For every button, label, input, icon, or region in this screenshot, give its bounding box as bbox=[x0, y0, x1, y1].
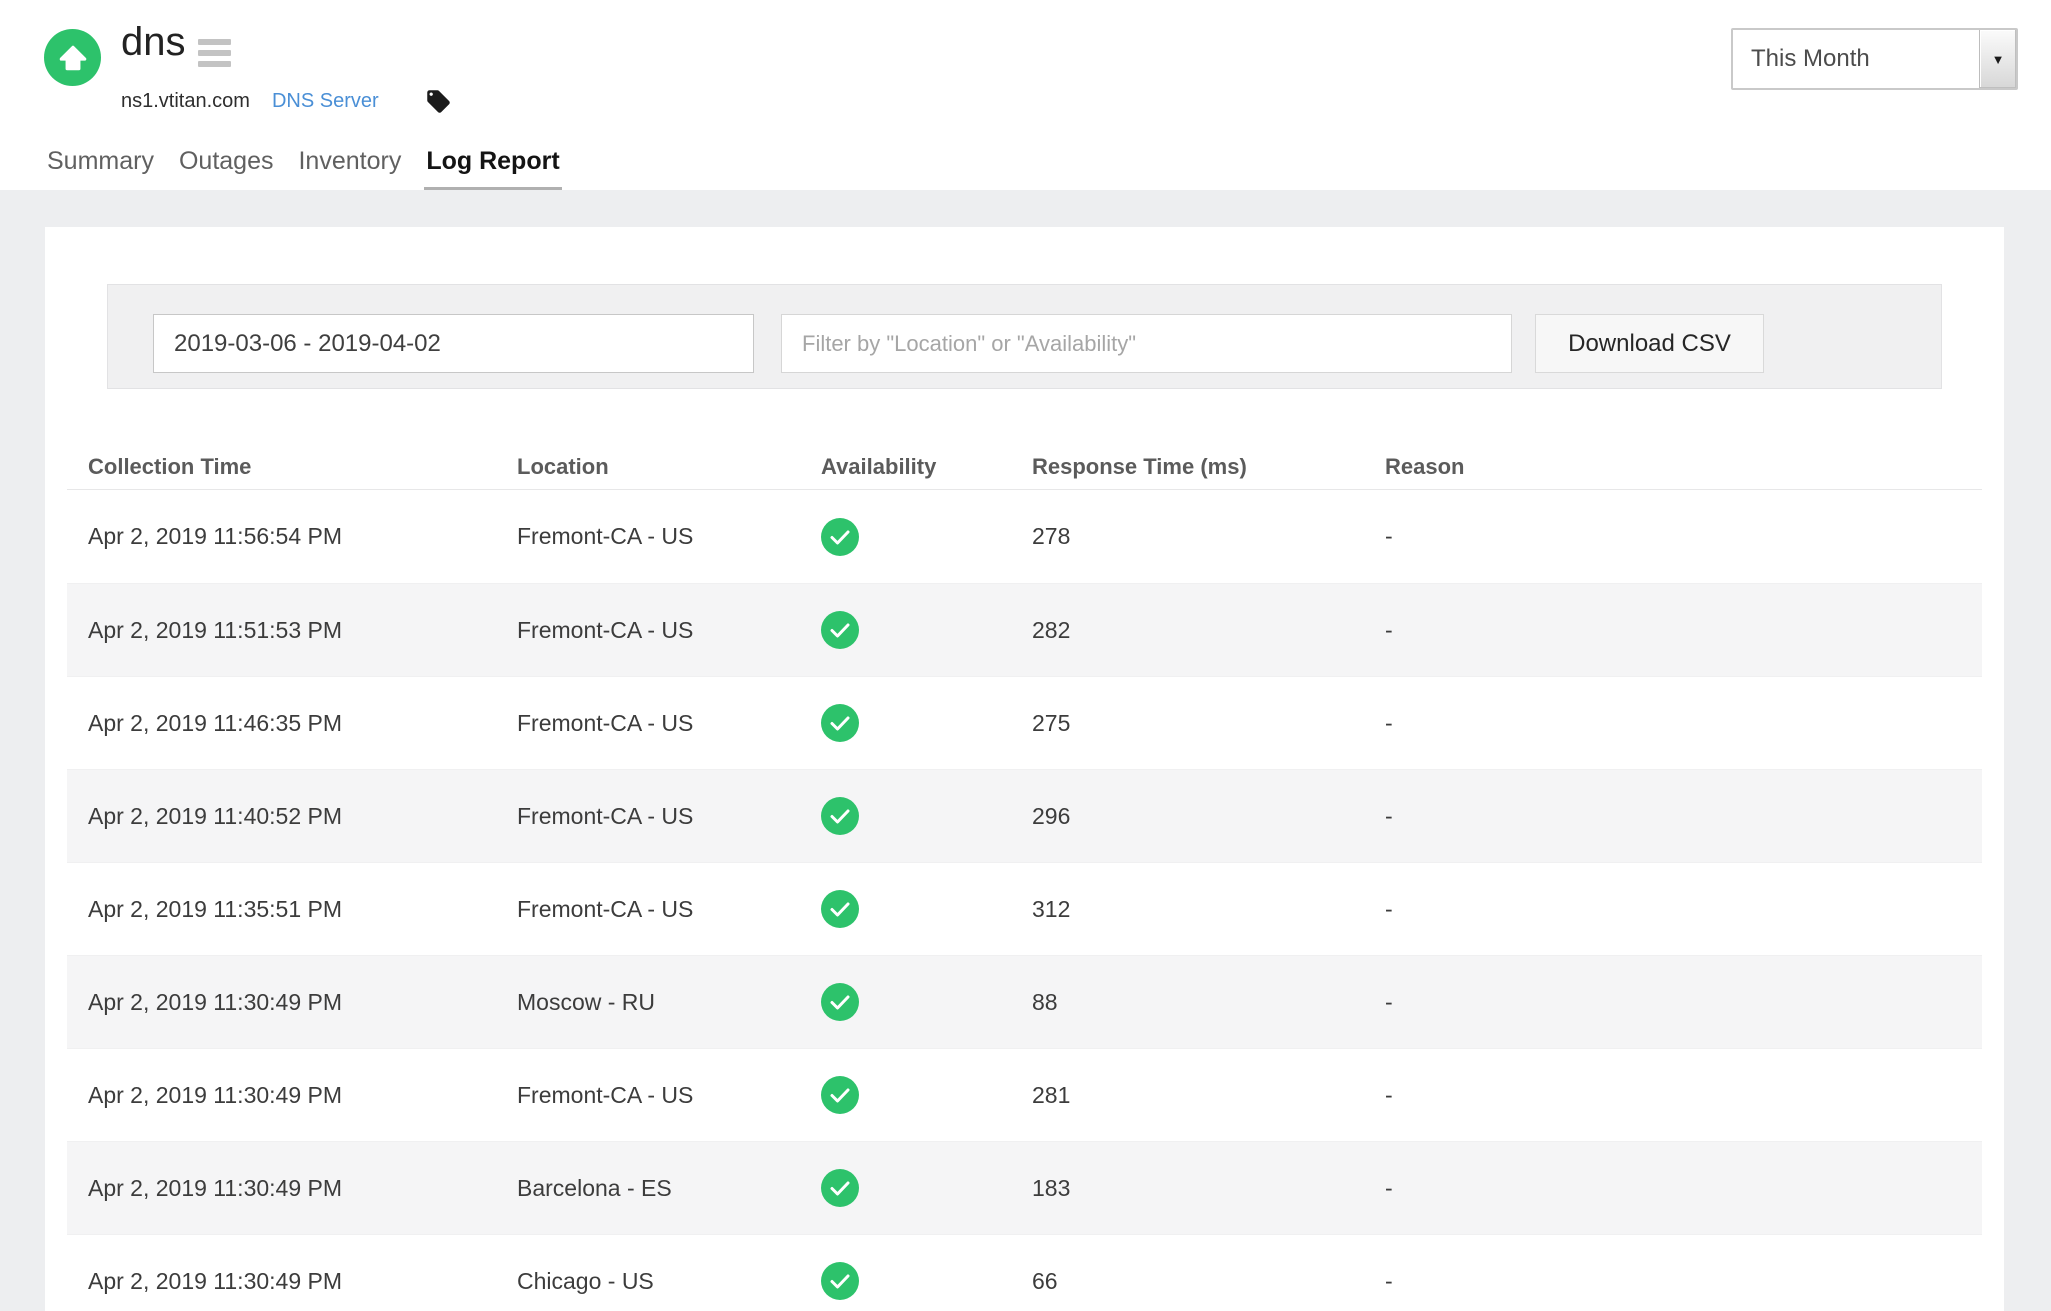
table-row: Apr 2, 2019 11:51:53 PM Fremont-CA - US … bbox=[67, 583, 1982, 676]
availability-up-icon bbox=[821, 1076, 859, 1114]
availability-up-icon bbox=[821, 611, 859, 649]
cell-collection-time: Apr 2, 2019 11:30:49 PM bbox=[67, 1175, 496, 1202]
cell-reason: - bbox=[1364, 1268, 1982, 1295]
cell-availability bbox=[800, 797, 1011, 835]
cell-reason: - bbox=[1364, 710, 1982, 737]
monitor-hostname: ns1.vtitan.com bbox=[121, 90, 250, 113]
filter-bar: Download CSV bbox=[107, 284, 1942, 389]
cell-reason: - bbox=[1364, 523, 1982, 550]
period-dropdown[interactable]: This Month ▼ bbox=[1731, 28, 2018, 90]
tag-icon[interactable] bbox=[425, 88, 452, 115]
date-range-input[interactable] bbox=[153, 314, 754, 373]
availability-up-icon bbox=[821, 704, 859, 742]
cell-response-time: 312 bbox=[1011, 896, 1364, 923]
column-header-location: Location bbox=[496, 454, 800, 480]
availability-up-icon bbox=[821, 983, 859, 1021]
cell-availability bbox=[800, 1262, 1011, 1300]
tab-bar: Summary Outages Inventory Log Report bbox=[45, 147, 562, 193]
table-row: Apr 2, 2019 11:30:49 PM Chicago - US 66 … bbox=[67, 1234, 1982, 1311]
table-row: Apr 2, 2019 11:56:54 PM Fremont-CA - US … bbox=[67, 490, 1982, 583]
table-row: Apr 2, 2019 11:46:35 PM Fremont-CA - US … bbox=[67, 676, 1982, 769]
monitor-header: dns ns1.vtitan.com DNS Server This Month… bbox=[0, 0, 2051, 190]
chevron-down-icon: ▼ bbox=[1979, 30, 2016, 88]
cell-response-time: 88 bbox=[1011, 989, 1364, 1016]
monitor-type-link[interactable]: DNS Server bbox=[272, 90, 379, 113]
download-csv-button[interactable]: Download CSV bbox=[1535, 314, 1764, 373]
cell-collection-time: Apr 2, 2019 11:30:49 PM bbox=[67, 1082, 496, 1109]
cell-location: Fremont-CA - US bbox=[496, 523, 800, 550]
availability-up-icon bbox=[821, 1169, 859, 1207]
cell-reason: - bbox=[1364, 803, 1982, 830]
cell-collection-time: Apr 2, 2019 11:46:35 PM bbox=[67, 710, 496, 737]
cell-availability bbox=[800, 983, 1011, 1021]
cell-location: Moscow - RU bbox=[496, 989, 800, 1016]
log-report-panel: Download CSV Collection Time Location Av… bbox=[45, 227, 2004, 1311]
table-row: Apr 2, 2019 11:30:49 PM Moscow - RU 88 - bbox=[67, 955, 1982, 1048]
cell-response-time: 66 bbox=[1011, 1268, 1364, 1295]
cell-collection-time: Apr 2, 2019 11:30:49 PM bbox=[67, 989, 496, 1016]
table-body: Apr 2, 2019 11:56:54 PM Fremont-CA - US … bbox=[67, 490, 1982, 1311]
cell-collection-time: Apr 2, 2019 11:51:53 PM bbox=[67, 617, 496, 644]
availability-up-icon bbox=[821, 1262, 859, 1300]
page-background: Download CSV Collection Time Location Av… bbox=[0, 190, 2051, 1311]
cell-reason: - bbox=[1364, 896, 1982, 923]
cell-reason: - bbox=[1364, 617, 1982, 644]
column-header-reason: Reason bbox=[1364, 454, 1982, 480]
menu-icon[interactable] bbox=[198, 39, 231, 72]
cell-location: Chicago - US bbox=[496, 1268, 800, 1295]
cell-location: Barcelona - ES bbox=[496, 1175, 800, 1202]
cell-reason: - bbox=[1364, 989, 1982, 1016]
cell-location: Fremont-CA - US bbox=[496, 617, 800, 644]
cell-response-time: 296 bbox=[1011, 803, 1364, 830]
table-row: Apr 2, 2019 11:35:51 PM Fremont-CA - US … bbox=[67, 862, 1982, 955]
cell-reason: - bbox=[1364, 1082, 1982, 1109]
monitor-subtitle: ns1.vtitan.com DNS Server bbox=[121, 88, 452, 115]
cell-location: Fremont-CA - US bbox=[496, 803, 800, 830]
tab-summary[interactable]: Summary bbox=[45, 147, 156, 193]
cell-availability bbox=[800, 1076, 1011, 1114]
table-row: Apr 2, 2019 11:30:49 PM Fremont-CA - US … bbox=[67, 1048, 1982, 1141]
cell-collection-time: Apr 2, 2019 11:30:49 PM bbox=[67, 1268, 496, 1295]
column-header-response-time: Response Time (ms) bbox=[1011, 454, 1364, 480]
cell-response-time: 282 bbox=[1011, 617, 1364, 644]
table-header-row: Collection Time Location Availability Re… bbox=[67, 445, 1982, 490]
monitor-title: dns bbox=[121, 22, 186, 62]
table-row: Apr 2, 2019 11:40:52 PM Fremont-CA - US … bbox=[67, 769, 1982, 862]
cell-response-time: 278 bbox=[1011, 523, 1364, 550]
column-header-availability: Availability bbox=[800, 454, 1011, 480]
cell-location: Fremont-CA - US bbox=[496, 710, 800, 737]
cell-response-time: 275 bbox=[1011, 710, 1364, 737]
table-row: Apr 2, 2019 11:30:49 PM Barcelona - ES 1… bbox=[67, 1141, 1982, 1234]
cell-location: Fremont-CA - US bbox=[496, 896, 800, 923]
period-dropdown-value: This Month bbox=[1733, 45, 1979, 73]
cell-reason: - bbox=[1364, 1175, 1982, 1202]
cell-response-time: 281 bbox=[1011, 1082, 1364, 1109]
cell-collection-time: Apr 2, 2019 11:56:54 PM bbox=[67, 523, 496, 550]
cell-availability bbox=[800, 890, 1011, 928]
cell-response-time: 183 bbox=[1011, 1175, 1364, 1202]
up-arrow-glyph bbox=[56, 41, 90, 75]
cell-availability bbox=[800, 704, 1011, 742]
status-up-icon bbox=[44, 29, 101, 86]
availability-up-icon bbox=[821, 890, 859, 928]
tab-inventory[interactable]: Inventory bbox=[296, 147, 403, 193]
column-header-collection-time: Collection Time bbox=[67, 454, 496, 480]
cell-collection-time: Apr 2, 2019 11:40:52 PM bbox=[67, 803, 496, 830]
tab-log-report[interactable]: Log Report bbox=[424, 147, 561, 193]
filter-search-input[interactable] bbox=[781, 314, 1512, 373]
availability-up-icon bbox=[821, 797, 859, 835]
cell-availability bbox=[800, 611, 1011, 649]
availability-up-icon bbox=[821, 518, 859, 556]
tab-outages[interactable]: Outages bbox=[177, 147, 276, 193]
cell-collection-time: Apr 2, 2019 11:35:51 PM bbox=[67, 896, 496, 923]
log-table: Collection Time Location Availability Re… bbox=[67, 445, 1982, 1311]
cell-location: Fremont-CA - US bbox=[496, 1082, 800, 1109]
cell-availability bbox=[800, 1169, 1011, 1207]
cell-availability bbox=[800, 518, 1011, 556]
